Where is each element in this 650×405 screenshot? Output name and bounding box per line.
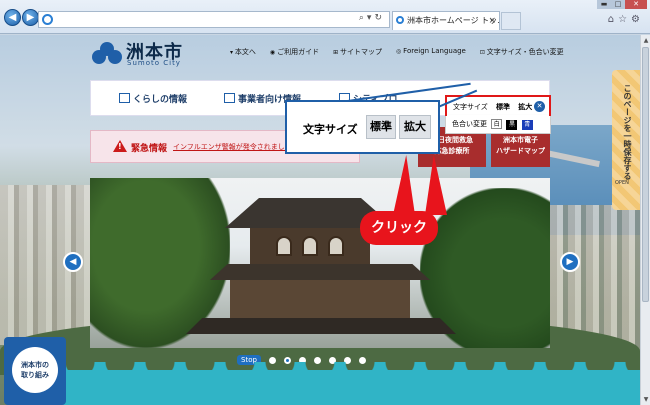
tab-close-button[interactable]: × [488, 12, 496, 30]
text-size-large-button[interactable]: 拡大 [518, 102, 532, 112]
emergency-title: 緊急情報 [131, 144, 168, 154]
vertical-scrollbar[interactable]: ▲ ▼ [640, 35, 650, 405]
badge-line: 洲本市の [21, 361, 49, 369]
tab-title: 洲本市ホームページ トッ... [407, 16, 500, 25]
slider-next-button[interactable]: ▶ [560, 252, 580, 272]
pavilion-roof-middle [210, 264, 430, 280]
sitemap-link[interactable]: サイトマップ [333, 47, 382, 59]
browser-chrome: ◀ ▶ ⌕▾↻ 洲本市ホームページ トッ... × ▬ □ ✕ ⌂☆⚙ [0, 0, 650, 34]
color-white-button[interactable]: 白 [491, 119, 503, 129]
scroll-up-icon[interactable]: ▲ [642, 36, 650, 45]
refresh-icon[interactable]: ↻ [374, 13, 385, 23]
back-button[interactable]: ◀ [4, 9, 21, 26]
gear-icon[interactable]: ⚙ [631, 14, 644, 25]
search-icon[interactable]: ⌕ [359, 13, 367, 23]
forward-arrow-icon: ▶ [26, 12, 35, 23]
city-initiatives-button[interactable]: 洲本市の 取り組み [4, 337, 66, 405]
zoomed-text-size-callout: 文字サイズ 標準 拡大 [285, 100, 440, 154]
hero-slideshow[interactable] [90, 178, 550, 348]
wave-decoration [60, 362, 640, 405]
pavilion-lower-floor [230, 280, 410, 320]
text-size-color-link[interactable]: 文字サイズ・色合い変更 [480, 47, 564, 59]
chevron-left-icon: ◀ [69, 257, 77, 267]
forward-button[interactable]: ▶ [22, 9, 39, 26]
skip-to-content-link[interactable]: 本文へ [230, 47, 256, 59]
star-icon[interactable]: ☆ [618, 14, 631, 25]
color-blue-button[interactable]: 青 [521, 120, 533, 130]
toolbar-icons: ⌂☆⚙ [608, 14, 644, 25]
building-icon [224, 93, 235, 103]
logo-subtitle: Sumoto City [127, 59, 181, 67]
foreign-language-link[interactable]: Foreign Language [396, 47, 466, 59]
ie-icon [42, 14, 53, 25]
save-page-label: このページを一時保存する [623, 84, 632, 180]
header-links: 本文へ ご利用ガイド サイトマップ Foreign Language 文字サイズ… [230, 47, 564, 59]
pavilion-window [276, 236, 292, 256]
maximize-button[interactable]: □ [611, 0, 625, 9]
city-logo-icon[interactable] [92, 42, 122, 66]
home-icon[interactable]: ⌂ [608, 14, 618, 25]
ie-icon [396, 16, 404, 24]
emergency-link[interactable]: インフルエンザ警報が発令されました [173, 142, 292, 152]
text-size-label: 文字サイズ [453, 103, 488, 111]
close-icon[interactable]: ✕ [534, 101, 545, 112]
city-initiatives-badge: 洲本市の 取り組み [12, 347, 58, 393]
save-page-tab[interactable]: このページを一時保存する [612, 70, 640, 210]
button-line: 洲本市電子 [503, 136, 538, 144]
warning-icon [113, 140, 127, 152]
callout-large-button[interactable]: 拡大 [399, 115, 431, 139]
nav-living-info[interactable]: くらしの情報 [119, 92, 187, 105]
address-bar[interactable]: ⌕▾↻ [38, 11, 390, 28]
usage-guide-link[interactable]: ご利用ガイド [270, 47, 319, 59]
close-window-button[interactable]: ✕ [625, 0, 647, 9]
save-page-open[interactable]: OPEN [615, 180, 629, 186]
back-arrow-icon: ◀ [8, 12, 17, 23]
chevron-right-icon: ▶ [566, 257, 574, 267]
pavilion-window [328, 236, 344, 256]
callout-standard-button[interactable]: 標準 [366, 115, 396, 139]
browser-tab[interactable]: 洲本市ホームページ トッ... × [392, 11, 500, 30]
color-settings-row: 色合い変更 白 黒 青 [445, 114, 551, 134]
button-line: ハザードマップ [496, 147, 545, 155]
color-black-button[interactable]: 黒 [506, 120, 518, 130]
nav-label: くらしの情報 [133, 95, 188, 105]
house-icon [119, 93, 130, 103]
new-tab-button[interactable] [501, 12, 521, 30]
scroll-down-icon[interactable]: ▼ [642, 395, 650, 404]
pavilion-window [302, 236, 318, 256]
web-page: 洲本市 Sumoto City 本文へ ご利用ガイド サイトマップ Foreig… [0, 35, 640, 405]
minimize-button[interactable]: ▬ [597, 0, 611, 9]
slider-prev-button[interactable]: ◀ [63, 252, 83, 272]
text-size-standard-button[interactable]: 標準 [496, 102, 510, 112]
badge-line: 取り組み [21, 371, 49, 379]
address-tools[interactable]: ⌕▾↻ [359, 13, 385, 23]
click-instruction-label: クリック [360, 211, 438, 245]
color-change-label: 色合い変更 [452, 120, 487, 128]
pavilion-roof-bottom [186, 318, 456, 334]
scrollbar-thumb[interactable] [642, 47, 649, 302]
callout-text-size-label: 文字サイズ [303, 123, 358, 136]
